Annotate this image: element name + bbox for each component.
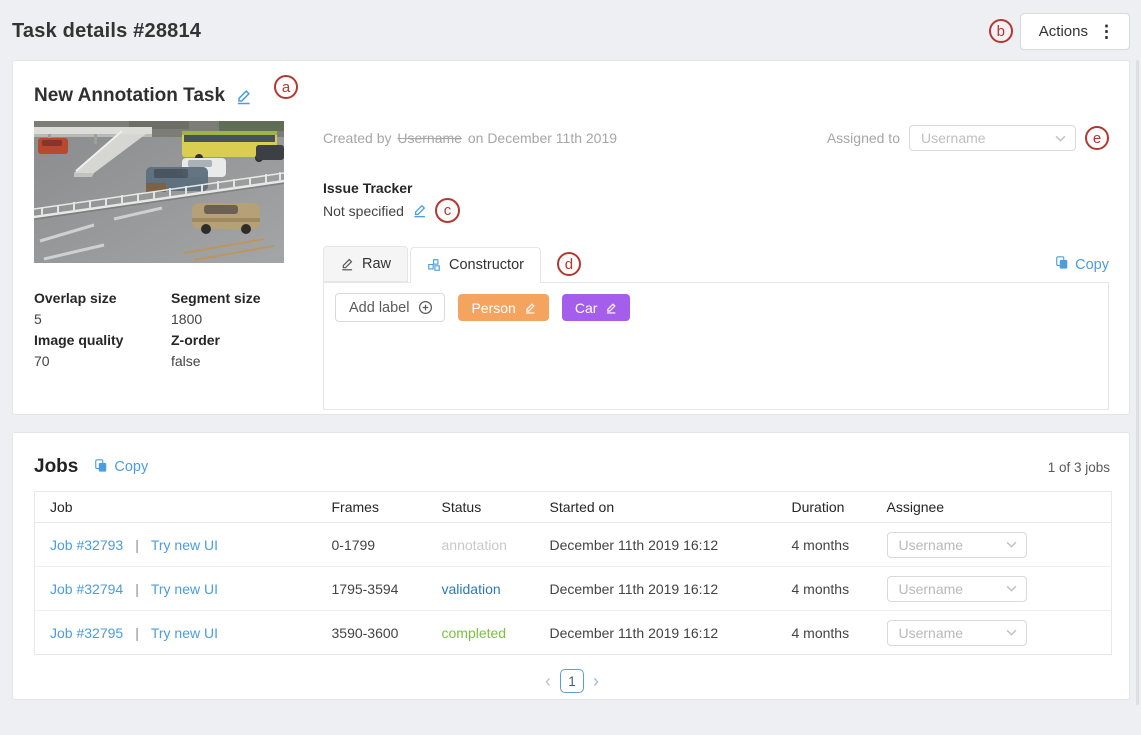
tab-raw-label: Raw [362, 256, 391, 272]
actions-button[interactable]: Actions ⋮ [1020, 13, 1130, 50]
page-number-1[interactable]: 1 [560, 669, 584, 693]
param-value: 5 [34, 309, 171, 330]
assignee-select[interactable]: Username [887, 620, 1027, 646]
task-details-page: Task details #28814 b Actions ⋮ New Anno… [0, 0, 1141, 735]
jobs-card: Jobs Copy 1 of 3 jobs Job Frames Status … [12, 432, 1130, 700]
param-value: 1800 [171, 309, 284, 330]
issue-tracker-value: Not specified [323, 200, 404, 222]
column-status: Status [442, 492, 550, 523]
pagination: ‹ 1 › [34, 669, 1110, 693]
param-label: Z-order [171, 330, 284, 351]
edit-issue-tracker-icon[interactable] [412, 203, 427, 218]
copy-labels-link[interactable]: Copy [1055, 255, 1109, 274]
add-label-button[interactable]: Add label [335, 293, 445, 322]
column-job: Job [35, 492, 332, 523]
page-header: Task details #28814 b Actions ⋮ [12, 0, 1130, 60]
tab-constructor-label: Constructor [449, 257, 524, 273]
edit-label-icon [605, 302, 617, 314]
param-label: Image quality [34, 330, 171, 351]
task-name: New Annotation Task [34, 85, 225, 107]
column-assignee: Assignee [887, 492, 1112, 523]
edit-task-name-icon[interactable] [235, 88, 252, 105]
assigned-to-label: Assigned to [827, 130, 900, 146]
previous-page-icon[interactable]: ‹ [545, 670, 551, 692]
annotation-marker-d: d [557, 252, 581, 276]
task-details-card: New Annotation Task a [12, 60, 1130, 415]
created-by-username: Username [397, 130, 462, 146]
annotation-marker-a: a [274, 75, 298, 99]
job-started-on: December 11th 2019 16:12 [550, 523, 792, 567]
job-status: annotation [442, 537, 507, 553]
chevron-down-icon [1006, 585, 1017, 592]
job-row: Job #32795 | Try new UI 3590-3600 complete… [35, 611, 1112, 655]
assignee-select[interactable]: Username [887, 532, 1027, 558]
chevron-down-icon [1055, 135, 1066, 142]
job-link[interactable]: Job #32794 [50, 581, 123, 597]
jobs-title: Jobs [34, 456, 78, 478]
edit-label-icon [524, 302, 536, 314]
next-page-icon[interactable]: › [593, 670, 599, 692]
annotation-marker-e: e [1085, 126, 1109, 150]
try-new-ui-link[interactable]: Try new UI [151, 537, 218, 553]
annotation-marker-b: b [989, 19, 1013, 43]
jobs-count: 1 of 3 jobs [1048, 460, 1110, 475]
try-new-ui-link[interactable]: Try new UI [151, 581, 218, 597]
labels-widget: Raw Constructor d [323, 246, 1109, 410]
jobs-table-header: Job Frames Status Started on Duration As… [35, 492, 1112, 523]
separator: | [135, 625, 139, 641]
param-value: 70 [34, 351, 171, 372]
job-frames: 0-1799 [332, 523, 442, 567]
job-frames: 1795-3594 [332, 567, 442, 611]
chevron-down-icon [1006, 629, 1017, 636]
tab-raw[interactable]: Raw [323, 246, 408, 282]
scrollbar[interactable] [1136, 60, 1139, 705]
copy-icon [1055, 255, 1069, 274]
issue-tracker-label: Issue Tracker [323, 178, 1109, 198]
annotation-marker-c: c [435, 198, 460, 223]
assigned-to-select[interactable]: Username [909, 125, 1076, 151]
try-new-ui-link[interactable]: Try new UI [151, 625, 218, 641]
job-status: validation [442, 581, 501, 597]
copy-icon [94, 458, 108, 477]
created-by-line: Created by Username on December 11th 201… [323, 130, 617, 146]
assigned-to-value: Username [921, 130, 986, 146]
job-duration: 4 months [792, 567, 887, 611]
job-link[interactable]: Job #32795 [50, 625, 123, 641]
job-row: Job #32793|Try new UI 0-1799 annotation … [35, 523, 1112, 567]
job-row: Job #32794 | Try new UI 1795-3594 validati… [35, 567, 1112, 611]
copy-jobs-link[interactable]: Copy [94, 458, 148, 477]
label-tag-car[interactable]: Car [562, 294, 631, 321]
column-started-on: Started on [550, 492, 792, 523]
traffic-scene-illustration [34, 121, 284, 263]
job-duration: 4 months [792, 611, 887, 655]
label-tag-person[interactable]: Person [458, 294, 548, 321]
kebab-menu-icon: ⋮ [1098, 23, 1115, 40]
column-duration: Duration [792, 492, 887, 523]
tab-constructor[interactable]: Constructor [410, 247, 541, 283]
actions-button-label: Actions [1039, 23, 1088, 40]
param-label: Segment size [171, 288, 284, 309]
separator: | [135, 537, 139, 553]
plus-circle-icon [418, 300, 433, 315]
param-value: false [171, 351, 284, 372]
jobs-table: Job Frames Status Started on Duration As… [34, 491, 1112, 655]
assignee-select[interactable]: Username [887, 576, 1027, 602]
page-title: Task details #28814 [12, 20, 201, 43]
labels-constructor-panel: Add label Person [323, 282, 1109, 410]
job-started-on: December 11th 2019 16:12 [550, 567, 792, 611]
job-started-on: December 11th 2019 16:12 [550, 611, 792, 655]
job-status: completed [442, 625, 507, 641]
column-frames: Frames [332, 492, 442, 523]
param-label: Overlap size [34, 288, 171, 309]
separator: | [135, 581, 139, 597]
job-frames: 3590-3600 [332, 611, 442, 655]
pencil-icon [340, 257, 354, 271]
chevron-down-icon [1006, 541, 1017, 548]
job-duration: 4 months [792, 523, 887, 567]
block-icon [427, 258, 441, 272]
job-link[interactable]: Job #32793 [50, 537, 123, 553]
task-preview-image [34, 121, 284, 263]
task-parameters: Overlap size 5 Segment size 1800 Image q… [34, 288, 284, 372]
